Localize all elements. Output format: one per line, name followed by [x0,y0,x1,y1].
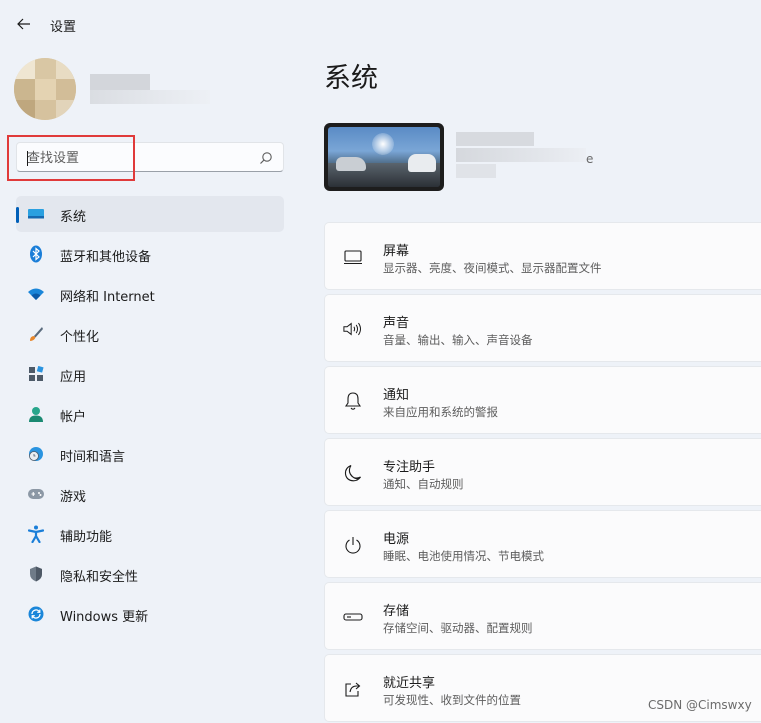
sidebar-item-accounts[interactable]: 帐户 [16,396,284,432]
card-focus-assist[interactable]: 专注助手 通知、自动规则 [324,438,761,506]
window-title: 设置 [50,20,77,35]
storage-drive-icon [343,607,363,627]
search-icon[interactable] [259,151,273,165]
title-bar: 设置 [0,0,761,48]
sidebar-item-apps[interactable]: 应用 [16,356,284,392]
sidebar-item-label: 游戏 [60,490,87,505]
display-system-icon [27,205,45,223]
card-title: 屏幕 [383,244,410,259]
accessibility-icon [27,525,45,543]
sidebar-item-label: 系统 [60,210,87,225]
card-subtitle: 存储空间、驱动器、配置规则 [383,621,533,635]
card-subtitle: 来自应用和系统的警报 [383,405,498,419]
card-subtitle: 可发现性、收到文件的位置 [383,693,521,707]
sidebar-item-time-language[interactable]: 时间和语言 [16,436,284,472]
card-title: 声音 [383,316,410,331]
sidebar-item-label: 辅助功能 [60,530,113,545]
sidebar-item-windows-update[interactable]: Windows 更新 [16,596,284,632]
card-subtitle: 通知、自动规则 [383,477,464,491]
gamepad-icon [27,485,45,503]
card-display[interactable]: 屏幕 显示器、亮度、夜间模式、显示器配置文件 [324,222,761,290]
sidebar-item-personalization[interactable]: 个性化 [16,316,284,352]
card-subtitle: 音量、输出、输入、声音设备 [383,333,533,347]
watermark: CSDN @Cimswxy [648,698,752,712]
moon-icon [343,463,363,483]
device-name-tail: e [586,152,594,166]
user-info-blurred [90,74,210,104]
sidebar-item-label: 网络和 Internet [60,290,155,305]
sidebar-item-privacy[interactable]: 隐私和安全性 [16,556,284,592]
card-title: 专注助手 [383,460,436,475]
shield-icon [27,565,45,583]
sidebar-item-label: 应用 [60,370,87,385]
bell-icon [343,391,363,411]
card-notifications[interactable]: 通知 来自应用和系统的警报 [324,366,761,434]
share-icon [343,679,363,699]
avatar[interactable] [14,58,76,120]
device-wallpaper-thumbnail[interactable] [324,123,444,191]
sidebar-item-gaming[interactable]: 游戏 [16,476,284,512]
sidebar-item-label: 时间和语言 [60,450,126,465]
card-subtitle: 显示器、亮度、夜间模式、显示器配置文件 [383,261,602,275]
card-power[interactable]: 电源 睡眠、电池使用情况、节电模式 [324,510,761,578]
search-box[interactable] [16,142,284,172]
sidebar-item-label: 个性化 [60,330,100,345]
account-icon [27,405,45,423]
back-button[interactable] [10,12,38,36]
sidebar-item-network[interactable]: 网络和 Internet [16,276,284,312]
card-subtitle: 睡眠、电池使用情况、节电模式 [383,549,544,563]
sidebar-item-system[interactable]: 系统 [16,196,284,232]
card-storage[interactable]: 存储 存储空间、驱动器、配置规则 [324,582,761,650]
card-title: 就近共享 [383,676,436,691]
wifi-icon [27,285,45,303]
card-title: 存储 [383,604,410,619]
power-icon [343,535,363,555]
text-caret [27,151,28,166]
card-sound[interactable]: 声音 音量、输出、输入、声音设备 [324,294,761,362]
windows-update-icon [27,605,45,623]
monitor-icon [343,247,363,267]
bluetooth-icon [27,245,45,263]
apps-icon [27,365,45,383]
settings-card-list: 屏幕 显示器、亮度、夜间模式、显示器配置文件 声音 音量、输出、输入、声音设备 … [324,222,761,723]
sidebar-item-label: 隐私和安全性 [60,570,139,585]
paintbrush-icon [27,325,45,343]
speaker-icon [343,319,363,339]
page-title: 系统 [324,63,378,94]
card-title: 电源 [383,532,410,547]
sidebar-item-label: Windows 更新 [60,610,149,625]
sidebar-item-label: 帐户 [60,410,87,425]
sidebar-item-accessibility[interactable]: 辅助功能 [16,516,284,552]
sidebar-item-bluetooth[interactable]: 蓝牙和其他设备 [16,236,284,272]
arrow-left-icon [17,18,30,30]
sidebar-nav: 系统 蓝牙和其他设备 网络和 Internet 个性化 应用 帐户 时间和语言 … [16,196,284,636]
sidebar-item-label: 蓝牙和其他设备 [60,250,152,265]
globe-clock-icon [27,445,45,463]
card-title: 通知 [383,388,410,403]
search-input[interactable] [27,148,247,168]
device-info-blurred: e [456,132,596,190]
